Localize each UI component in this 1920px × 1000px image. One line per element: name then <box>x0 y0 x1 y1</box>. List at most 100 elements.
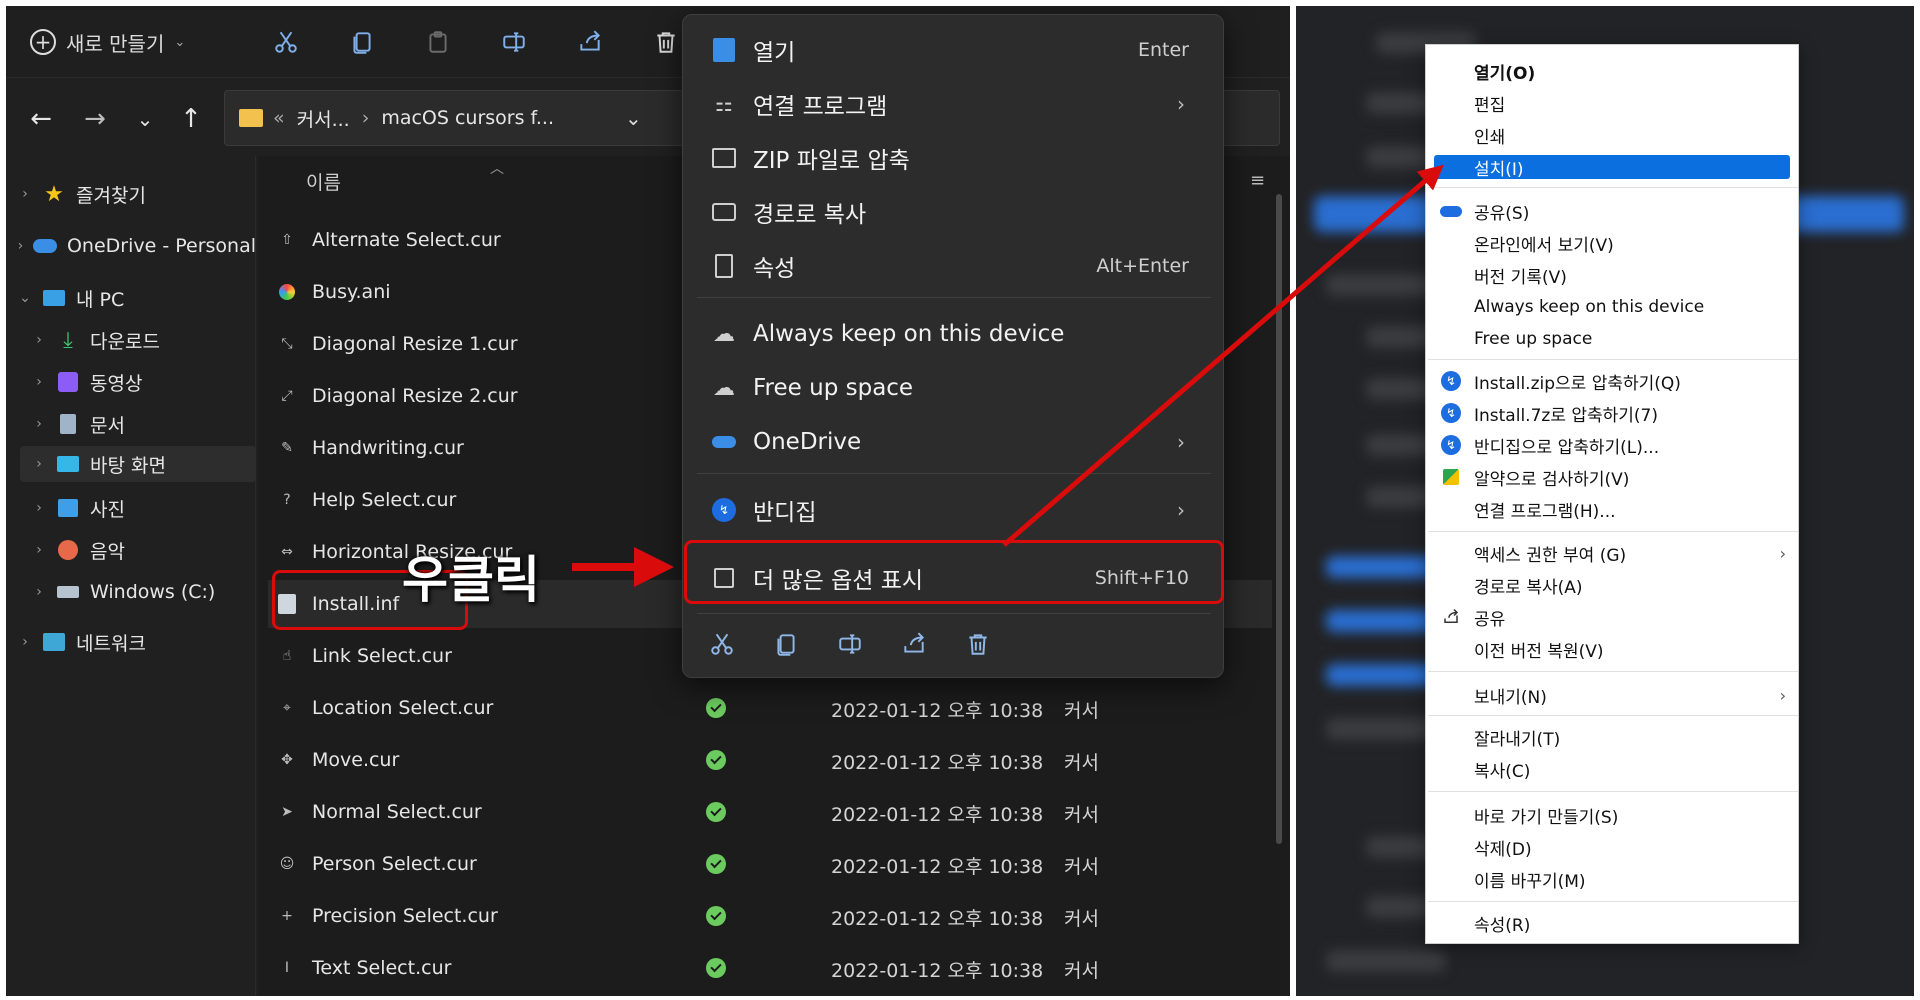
cursor-file-icon: + <box>281 908 293 924</box>
menu-separator <box>1428 791 1798 792</box>
file-row-normal-select[interactable]: ➤ Normal Select.cur <box>276 788 1276 836</box>
chevron-right-icon: › <box>36 456 42 472</box>
classic-item-edit[interactable]: 편집 <box>1426 87 1800 119</box>
file-row-person-select[interactable]: ☺ Person Select.cur <box>276 840 1276 888</box>
annotation-right-click-label: 우클릭 <box>402 551 540 609</box>
classic-item-cut[interactable]: 잘라내기(T) <box>1426 721 1800 753</box>
zip-icon <box>709 143 739 173</box>
menu-item-properties[interactable]: 속성 Alt+Enter <box>697 241 1211 291</box>
breadcrumb-segment-1[interactable]: 커서... <box>297 105 350 132</box>
menu-item-open-with[interactable]: ⚏ 연결 프로그램 › <box>697 79 1211 129</box>
classic-item-label: 편집 <box>1474 95 1506 116</box>
classic-item-compress-bandizip[interactable]: ↯ 반디집으로 압축하기(L)... <box>1426 429 1800 461</box>
classic-item-open-with[interactable]: 연결 프로그램(H)... <box>1426 493 1800 525</box>
sidebar-item-desktop[interactable]: › 바탕 화면 <box>20 446 256 482</box>
menu-item-label: 반디집 <box>753 500 817 526</box>
sidebar-item-favorites[interactable]: › ★ 즐겨찾기 <box>16 176 256 212</box>
classic-item-send-to[interactable]: 보내기(N) › <box>1426 679 1800 711</box>
menu-delete-button[interactable] <box>961 627 995 661</box>
menu-item-bandizip[interactable]: ↯ 반디집 › <box>697 485 1211 535</box>
classic-item-compress-zip[interactable]: ↯ Install.zip으로 압축하기(Q) <box>1426 365 1800 397</box>
classic-item-restore-versions[interactable]: 이전 버전 복원(V) <box>1426 633 1800 665</box>
file-row-precision-select[interactable]: + Precision Select.cur <box>276 892 1276 940</box>
classic-item-rename[interactable]: 이름 바꾸기(M) <box>1426 863 1800 895</box>
cut-button[interactable] <box>264 20 308 64</box>
classic-item-always-keep[interactable]: Always keep on this device <box>1426 291 1800 323</box>
menu-item-compress-zip[interactable]: ZIP 파일로 압축 <box>697 133 1211 183</box>
rename-button[interactable] <box>492 20 536 64</box>
menu-item-free-up-space[interactable]: ☁ Free up space <box>697 363 1211 413</box>
menu-item-copy-as-path[interactable]: 경로로 복사 <box>697 187 1211 237</box>
classic-item-copy[interactable]: 복사(C) <box>1426 753 1800 785</box>
sidebar-item-documents[interactable]: › 문서 <box>30 406 256 442</box>
sidebar-item-label: 내 PC <box>76 288 125 311</box>
menu-item-onedrive[interactable]: OneDrive › <box>697 417 1211 467</box>
sidebar-item-pictures[interactable]: › 사진 <box>30 490 256 526</box>
music-icon <box>56 538 80 562</box>
file-date: 2022-01-12 오후 10:38 <box>831 752 1044 774</box>
sidebar-item-videos[interactable]: › 동영상 <box>30 364 256 400</box>
classic-item-properties[interactable]: 속성(R) <box>1426 907 1800 939</box>
classic-item-install[interactable]: 설치(I) <box>1434 155 1790 180</box>
sidebar-item-music[interactable]: › 음악 <box>30 532 256 568</box>
menu-rename-button[interactable] <box>833 627 867 661</box>
classic-item-open[interactable]: 열기(O) <box>1426 55 1800 87</box>
file-row-move[interactable]: ✥ Move.cur <box>276 736 1276 784</box>
share-icon <box>580 30 601 51</box>
menu-separator <box>1428 901 1798 902</box>
column-options-icon[interactable]: ≡ <box>1250 170 1265 191</box>
sidebar-item-downloads[interactable]: › ⤓ 다운로드 <box>30 322 256 358</box>
highlight-show-more-options <box>684 540 1224 604</box>
classic-item-alyac-scan[interactable]: 알약으로 검사하기(V) <box>1426 461 1800 493</box>
classic-item-share[interactable]: 공유 <box>1426 601 1800 633</box>
sidebar-item-this-pc[interactable]: ⌄ 내 PC <box>16 280 256 316</box>
vertical-scrollbar[interactable] <box>1276 194 1282 844</box>
classic-item-label: 알약으로 검사하기(V) <box>1474 469 1630 490</box>
classic-item-version-history[interactable]: 버전 기록(V) <box>1426 259 1800 291</box>
classic-item-delete[interactable]: 삭제(D) <box>1426 831 1800 863</box>
drive-icon <box>56 580 80 604</box>
classic-item-share-onedrive[interactable]: 공유(S) <box>1426 195 1800 227</box>
back-button[interactable]: ← <box>26 104 56 134</box>
sync-ok-icon <box>706 854 726 874</box>
address-dropdown-icon[interactable]: ⌄ <box>625 106 642 130</box>
sidebar-item-label: Windows (C:) <box>90 581 216 603</box>
breadcrumb-segment-2[interactable]: macOS cursors f... <box>381 107 554 129</box>
recent-locations-button[interactable]: ⌄ <box>130 104 160 134</box>
file-row-text-select[interactable]: I Text Select.cur <box>276 944 1276 992</box>
onedrive-icon <box>1440 200 1462 222</box>
share-button[interactable] <box>568 20 612 64</box>
menu-share-button[interactable] <box>897 627 931 661</box>
classic-item-create-shortcut[interactable]: 바로 가기 만들기(S) <box>1426 799 1800 831</box>
classic-item-label: 이름 바꾸기(M) <box>1474 871 1586 892</box>
classic-item-give-access[interactable]: 액세스 권한 부여 (G) › <box>1426 537 1800 569</box>
sidebar-item-network[interactable]: › 네트워크 <box>16 624 256 660</box>
cursor-file-icon: ⇔ <box>281 544 293 560</box>
new-button-label: 새로 만들기 <box>66 31 165 56</box>
menu-item-open[interactable]: 열기 Enter <box>697 25 1211 75</box>
file-row-location-select[interactable]: ⌖ Location Select.cur <box>276 684 1276 732</box>
classic-item-print[interactable]: 인쇄 <box>1426 119 1800 151</box>
new-button[interactable]: + 새로 만들기 ⌄ <box>30 20 210 64</box>
up-button[interactable]: ↑ <box>176 104 206 134</box>
menu-item-always-keep[interactable]: ☁ Always keep on this device <box>697 309 1211 359</box>
sidebar-item-onedrive[interactable]: › OneDrive - Personal <box>16 228 256 264</box>
delete-icon <box>969 634 987 655</box>
classic-item-copy-path[interactable]: 경로로 복사(A) <box>1426 569 1800 601</box>
menu-cut-button[interactable] <box>705 627 739 661</box>
copy-button[interactable] <box>340 20 384 64</box>
forward-button[interactable]: → <box>80 104 110 134</box>
classic-item-free-up-space[interactable]: Free up space <box>1426 323 1800 355</box>
bandizip-icon: ↯ <box>709 495 739 525</box>
classic-item-view-online[interactable]: 온라인에서 보기(V) <box>1426 227 1800 259</box>
sidebar-item-drive-c[interactable]: › Windows (C:) <box>30 574 256 610</box>
column-header-name[interactable]: 이름 <box>306 168 341 195</box>
classic-item-compress-7z[interactable]: ↯ Install.7z로 압축하기(7) <box>1426 397 1800 429</box>
sidebar-item-label: 음악 <box>90 540 125 563</box>
paste-button[interactable] <box>416 20 460 64</box>
file-name: Precision Select.cur <box>312 905 498 927</box>
blurred-background <box>1326 950 1446 972</box>
star-icon: ★ <box>44 181 64 207</box>
bandizip-icon: ↯ <box>1440 370 1462 392</box>
menu-copy-button[interactable] <box>769 627 803 661</box>
